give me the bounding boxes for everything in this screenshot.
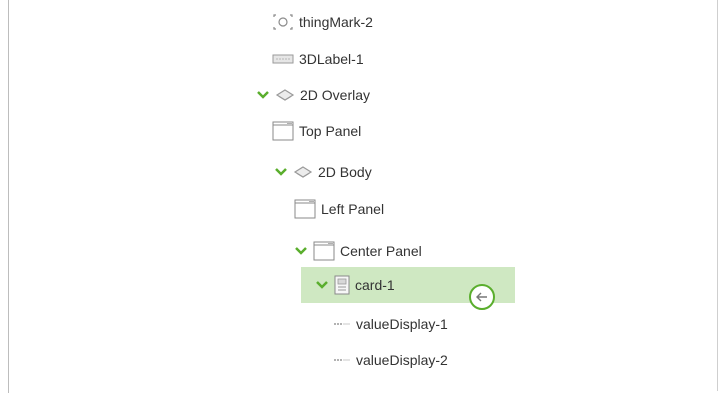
panel-icon: [272, 121, 294, 141]
tree-item-valuedisplay-2[interactable]: valueDisplay-2: [333, 342, 448, 378]
tree-item-2d-overlay[interactable]: 2D Overlay: [254, 77, 370, 113]
tree-item-label: 3DLabel-1: [299, 51, 364, 67]
back-arrow-button[interactable]: [469, 284, 495, 310]
chevron-down-icon[interactable]: [313, 280, 331, 290]
tree-item-label: thingMark-2: [299, 14, 373, 30]
tree-item-thingmark-2[interactable]: thingMark-2: [272, 4, 373, 40]
tree-item-label: 2D Overlay: [300, 87, 371, 103]
tree-item-label: Center Panel: [340, 243, 422, 259]
card-icon: [334, 275, 350, 295]
value-display-icon: [333, 357, 351, 363]
tree-item-label: Top Panel: [299, 123, 362, 139]
layers-icon: [293, 165, 313, 179]
tree-item-left-panel[interactable]: Left Panel: [294, 191, 384, 227]
tree-item-top-panel[interactable]: Top Panel: [272, 113, 361, 149]
panel-icon: [294, 199, 316, 219]
tree-item-label: Left Panel: [321, 201, 385, 217]
back-arrow-icon: [475, 291, 489, 303]
divider: [8, 0, 9, 393]
tree-item-valuedisplay-1[interactable]: valueDisplay-1: [333, 306, 448, 342]
3d-label-icon: [272, 54, 294, 64]
chevron-down-icon[interactable]: [254, 90, 272, 100]
panel-icon: [313, 241, 335, 261]
tree-item-2d-body[interactable]: 2D Body: [272, 154, 372, 190]
chevron-down-icon[interactable]: [272, 167, 290, 177]
tree-item-3dlabel-1[interactable]: 3DLabel-1: [272, 41, 364, 77]
tree-item-label: valueDisplay-1: [356, 316, 448, 332]
tree-item-label: valueDisplay-2: [356, 352, 448, 368]
tree-item-label: card-1: [355, 277, 395, 293]
layers-icon: [275, 88, 295, 102]
tree-item-label: 2D Body: [318, 164, 372, 180]
chevron-down-icon[interactable]: [292, 246, 310, 256]
tree-item-center-panel[interactable]: Center Panel: [292, 233, 422, 269]
thingmark-icon: [272, 14, 294, 30]
value-display-icon: [333, 321, 351, 327]
